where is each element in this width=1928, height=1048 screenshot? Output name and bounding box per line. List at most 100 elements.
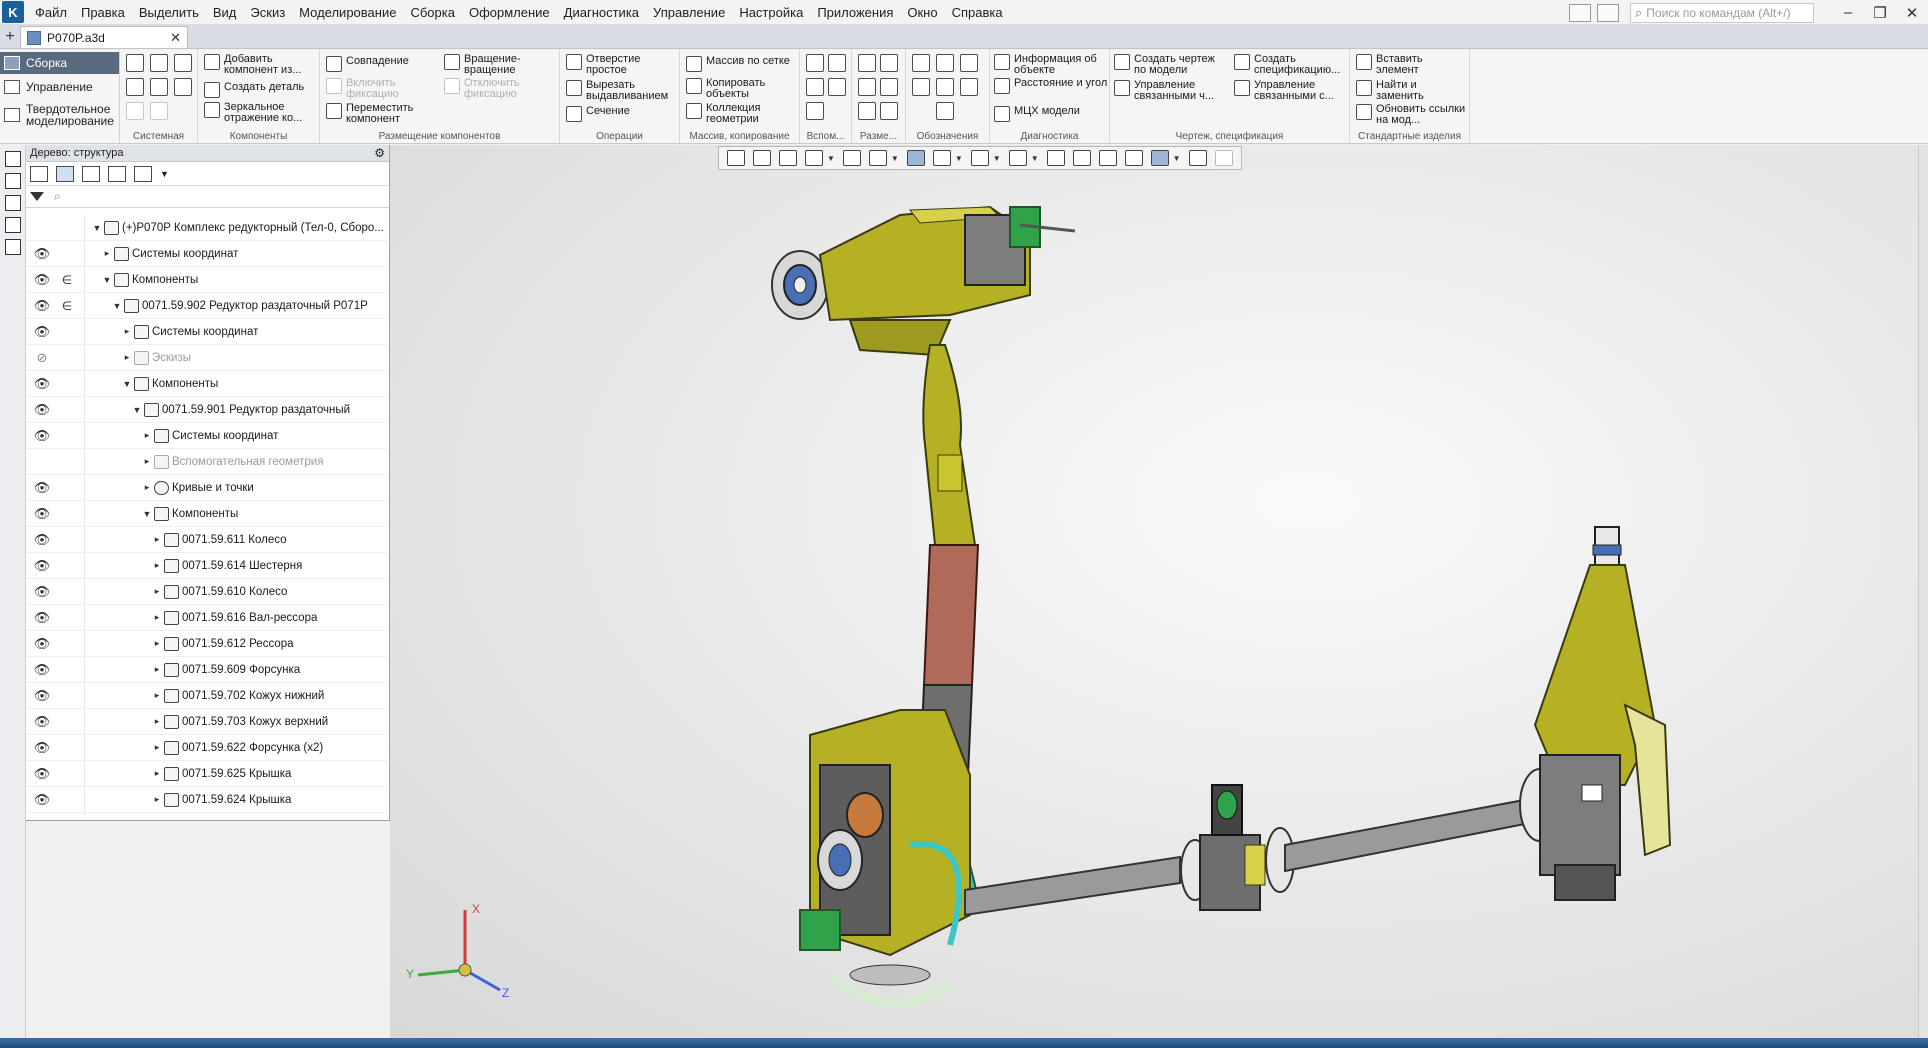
object-info-button[interactable]: Информация об объекте: [994, 54, 1108, 76]
menu-assembly[interactable]: Сборка: [403, 0, 462, 25]
linear-dim-icon[interactable]: [858, 54, 876, 72]
expand-icon[interactable]: ▸: [152, 794, 162, 805]
eye-icon[interactable]: 👁: [32, 506, 52, 522]
section-button[interactable]: Сечение: [566, 106, 630, 122]
tree-row[interactable]: 👁 ▸ 0071.59.703 Кожух верхний: [26, 709, 388, 735]
tree-row[interactable]: 👁 ▸ 0071.59.612 Рессора: [26, 631, 388, 657]
tree-row[interactable]: 👁 ▼ Компоненты: [26, 501, 388, 527]
snapshot-icon[interactable]: [1098, 150, 1117, 166]
expand-icon[interactable]: ▸: [142, 482, 152, 493]
layers-view-icon[interactable]: [1124, 150, 1143, 166]
zoom-icon[interactable]: [805, 150, 823, 166]
eye-icon[interactable]: 👁: [32, 428, 52, 444]
sheet-icon[interactable]: [1072, 150, 1091, 166]
aux-point-icon[interactable]: [828, 78, 846, 96]
close-tab-icon[interactable]: ✕: [170, 30, 181, 46]
tree-panel-icon[interactable]: [5, 151, 21, 167]
tree-row[interactable]: 👁 ▸ Системы координат: [26, 423, 388, 449]
tree-row[interactable]: 👁 ∈ ▼ Компоненты: [26, 267, 388, 293]
mass-props-button[interactable]: МЦХ модели: [994, 106, 1080, 122]
tree-row[interactable]: 👁 ▸ 0071.59.616 Вал-рессора: [26, 605, 388, 631]
tree-row[interactable]: 👁 ▼ 0071.59.901 Редуктор раздаточный: [26, 397, 388, 423]
menu-settings[interactable]: Настройка: [732, 0, 810, 25]
expand-icon[interactable]: ▸: [122, 326, 132, 337]
coincidence-button[interactable]: Совпадение: [326, 56, 409, 72]
chevron-down-icon[interactable]: ▼: [1173, 154, 1181, 163]
rotation-button[interactable]: Вращение-вращение: [444, 54, 530, 76]
preview-icon[interactable]: [150, 78, 168, 96]
eye-icon[interactable]: 👁: [32, 402, 52, 418]
manage-linked-drawings-button[interactable]: Управление связанными ч...: [1114, 80, 1228, 102]
tree-select-icon[interactable]: [108, 165, 126, 182]
tree-row[interactable]: 👁 ▸ 0071.59.622 Форсунка (x2): [26, 735, 388, 761]
chevron-down-icon[interactable]: ▼: [160, 169, 169, 179]
geometry-collection-button[interactable]: Коллекция геометрии: [686, 103, 776, 125]
find-replace-button[interactable]: Найти и заменить: [1356, 80, 1436, 102]
eye-icon[interactable]: 👁: [32, 246, 52, 262]
tree-row[interactable]: 👁 ▸ 0071.59.625 Крышка: [26, 761, 388, 787]
chevron-down-icon[interactable]: ▼: [891, 154, 899, 163]
mode-management[interactable]: Управление: [0, 76, 119, 98]
enable-fix-button[interactable]: Включить фиксацию: [326, 78, 406, 100]
library-icon[interactable]: [5, 239, 21, 255]
radial-dim-icon[interactable]: [858, 78, 876, 96]
chevron-down-icon[interactable]: ▼: [993, 154, 1001, 163]
eye-icon[interactable]: 👁: [32, 662, 52, 678]
tree-structure-icon[interactable]: [30, 165, 48, 182]
manage-linked-specs-button[interactable]: Управление связанными с...: [1234, 80, 1346, 102]
print-icon[interactable]: [126, 78, 144, 96]
create-spec-button[interactable]: Создать спецификацию...: [1234, 54, 1346, 76]
menu-edit[interactable]: Правка: [74, 0, 132, 25]
pencil-icon[interactable]: [1214, 150, 1233, 166]
expand-icon[interactable]: ▸: [142, 456, 152, 467]
menu-help[interactable]: Справка: [945, 0, 1010, 25]
hide-icon[interactable]: [970, 150, 989, 166]
eye-icon[interactable]: 👁: [32, 272, 52, 288]
tree-row[interactable]: 👁 ▸ 0071.59.610 Колесо: [26, 579, 388, 605]
menu-modeling[interactable]: Моделирование: [292, 0, 403, 25]
expand-icon[interactable]: ▸: [152, 690, 162, 701]
menu-select[interactable]: Выделить: [132, 0, 206, 25]
eye-icon[interactable]: 👁: [32, 584, 52, 600]
tree-row[interactable]: 👁 ▸ Кривые и точки: [26, 475, 388, 501]
section-view-icon[interactable]: [1008, 150, 1027, 166]
leader-icon[interactable]: [912, 54, 930, 72]
chevron-down-icon[interactable]: ▼: [827, 154, 835, 163]
eye-icon[interactable]: 👁: [32, 792, 52, 808]
eye-icon[interactable]: 👁: [32, 480, 52, 496]
create-part-button[interactable]: Создать деталь: [204, 82, 304, 98]
eye-icon[interactable]: 👁: [32, 532, 52, 548]
expand-icon[interactable]: ▸: [142, 430, 152, 441]
simple-hole-button[interactable]: Отверстие простое: [566, 54, 652, 76]
expand-icon[interactable]: ▸: [102, 248, 112, 259]
aux-line-icon[interactable]: [806, 78, 824, 96]
pan-icon[interactable]: [753, 150, 771, 166]
eye-icon[interactable]: 👁: [32, 376, 52, 392]
close-window-button[interactable]: ✕: [1896, 0, 1928, 25]
layout-icon[interactable]: [1569, 3, 1591, 22]
mode-solid[interactable]: Твердотельное моделирование: [0, 100, 119, 130]
undo-icon[interactable]: [126, 102, 144, 120]
aux-axis-icon[interactable]: [828, 54, 846, 72]
update-links-button[interactable]: Обновить ссылки на мод...: [1356, 104, 1468, 126]
diameter-dim-icon[interactable]: [880, 54, 898, 72]
tree-group-icon[interactable]: [82, 165, 100, 182]
aux-plane-icon[interactable]: [806, 54, 824, 72]
menu-window[interactable]: Окно: [900, 0, 944, 25]
collapse-icon[interactable]: ▼: [112, 301, 122, 311]
create-drawing-button[interactable]: Создать чертеж по модели: [1114, 54, 1228, 76]
rotate-icon[interactable]: [842, 150, 861, 166]
zoom-window-icon[interactable]: [779, 150, 797, 166]
angular-dim-icon[interactable]: [880, 78, 898, 96]
tree-row[interactable]: 👁 ▸ Системы координат: [26, 241, 388, 267]
orientation-icon[interactable]: [868, 150, 887, 166]
mirror-component-button[interactable]: Зеркальное отражение ко...: [204, 102, 316, 124]
menu-apps[interactable]: Приложения: [810, 0, 900, 25]
shaded-view-icon[interactable]: [906, 150, 925, 166]
tree-row[interactable]: 👁 ▼ Компоненты: [26, 371, 388, 397]
collapse-icon[interactable]: ▼: [122, 379, 132, 389]
tree-options-icon[interactable]: [134, 165, 152, 182]
datum-icon[interactable]: [936, 54, 954, 72]
menu-management[interactable]: Управление: [646, 0, 732, 25]
chevron-down-icon[interactable]: ▼: [955, 154, 963, 163]
